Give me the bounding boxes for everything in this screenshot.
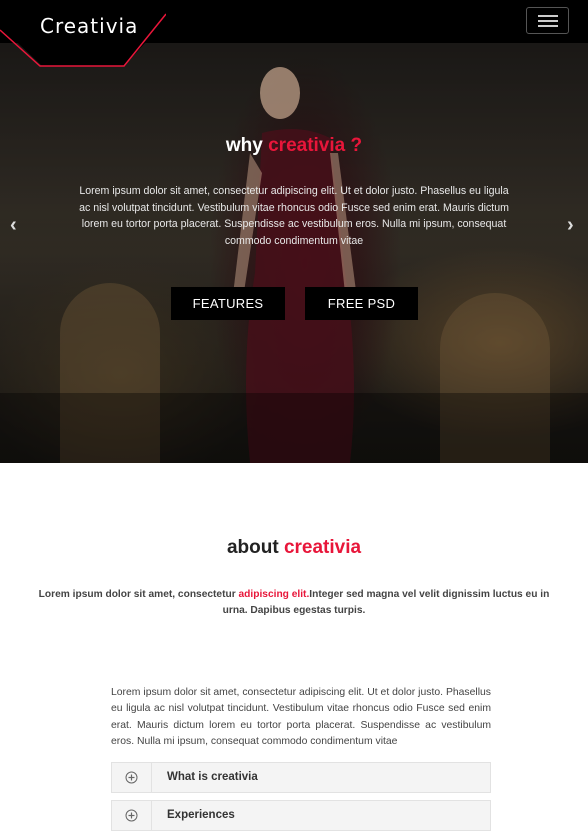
accordion-label: Experiences	[167, 809, 235, 821]
about-subtitle-link[interactable]: adipiscing elit.	[239, 589, 310, 600]
accordion-label: What is creativia	[167, 771, 258, 783]
accordion-icon-box	[112, 801, 152, 830]
accordion-item-what-is-creativia[interactable]: What is creativia	[111, 762, 491, 793]
accordion-item-experiences[interactable]: Experiences	[111, 800, 491, 831]
plus-circle-icon	[125, 771, 138, 784]
about-title-accent: creativia	[283, 537, 362, 558]
hero-title-accent: creativia ?	[268, 135, 363, 156]
free-psd-button[interactable]: FREE PSD	[305, 287, 418, 320]
plus-circle-icon	[125, 809, 138, 822]
hero-title: why creativia ?	[0, 135, 588, 157]
hero-figure	[0, 67, 588, 463]
hamburger-icon	[537, 14, 558, 27]
hero-slider: why creativia ? Lorem ipsum dolor sit am…	[0, 43, 588, 463]
hero-description: Lorem ipsum dolor sit amet, consectetur …	[79, 185, 509, 247]
prev-slide-arrow-icon[interactable]: ‹	[10, 214, 17, 237]
about-subtitle-text: Lorem ipsum dolor sit amet, consectetur	[38, 589, 239, 600]
features-button[interactable]: FEATURES	[171, 287, 285, 320]
logo[interactable]: Creativia	[40, 14, 138, 38]
about-title-plain: about	[226, 537, 284, 558]
menu-toggle-button[interactable]	[526, 7, 569, 34]
about-subtitle: Lorem ipsum dolor sit amet, consectetur …	[30, 587, 558, 619]
about-body-text: Lorem ipsum dolor sit amet, consectetur …	[111, 687, 491, 747]
next-slide-arrow-icon[interactable]: ›	[567, 214, 574, 237]
accordion-icon-box	[112, 763, 152, 792]
about-title: about creativia	[0, 537, 588, 559]
hero-title-plain: why	[225, 135, 269, 156]
